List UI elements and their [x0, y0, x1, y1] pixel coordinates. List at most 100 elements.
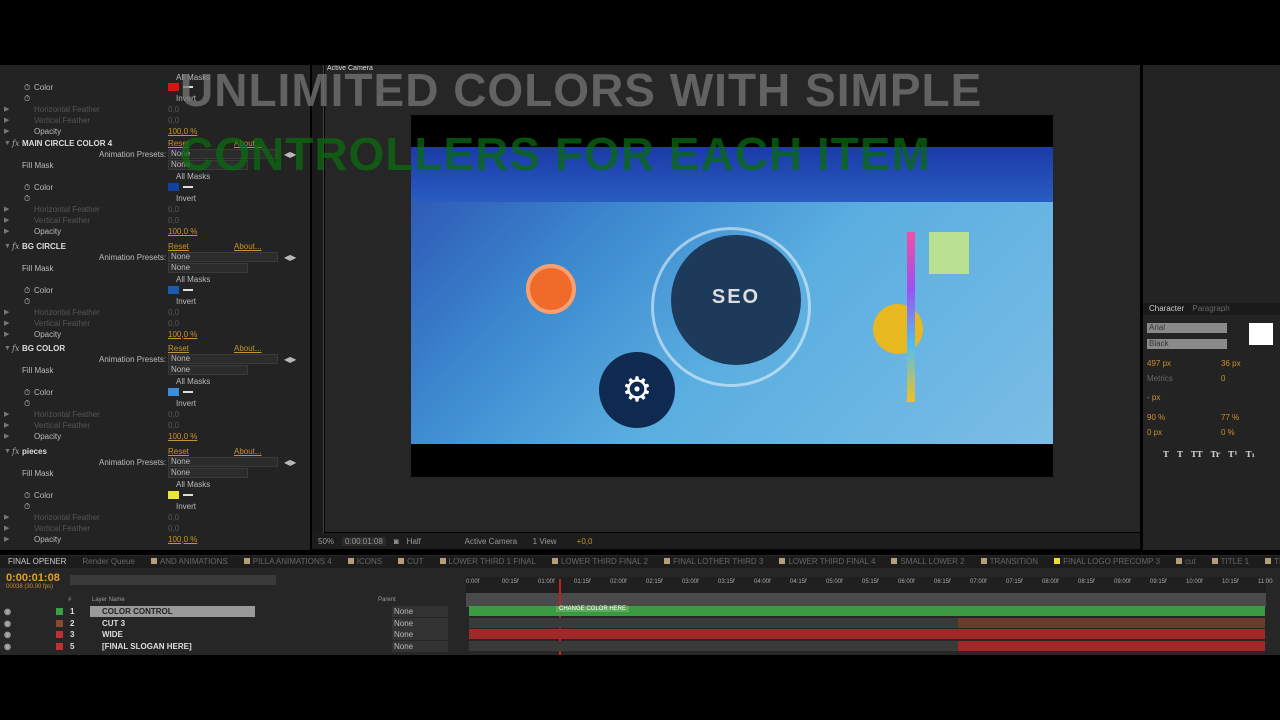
- label-color[interactable]: [56, 642, 63, 650]
- eyedropper-icon[interactable]: [183, 288, 193, 291]
- text-style-button[interactable]: T₁: [1246, 449, 1255, 459]
- vertical-feather-value[interactable]: 0,0: [168, 523, 179, 534]
- vertical-feather-value[interactable]: 0,0: [168, 215, 179, 226]
- color-swatch[interactable]: [168, 388, 179, 396]
- opacity-value[interactable]: 100,0 %: [168, 431, 197, 442]
- eyedropper-icon[interactable]: [183, 493, 193, 496]
- color-swatch[interactable]: [168, 83, 179, 91]
- color-swatch[interactable]: [168, 490, 179, 499]
- animation-presets-select[interactable]: None: [168, 456, 278, 467]
- layer-row[interactable]: ◉ 2 CUT 3 None: [0, 617, 465, 629]
- zoom-select[interactable]: 50%: [318, 537, 334, 546]
- label-color[interactable]: [56, 619, 63, 627]
- comp-tab[interactable]: LOWER THIRD 1 FINAL: [432, 556, 544, 568]
- exposure-value[interactable]: +0,0: [577, 537, 593, 546]
- text-style-button[interactable]: T¹: [1228, 449, 1237, 459]
- fill-mask-select[interactable]: None: [168, 365, 248, 375]
- parent-select[interactable]: None: [392, 617, 448, 629]
- eyedropper-icon[interactable]: [183, 186, 193, 188]
- invert-checkbox[interactable]: Invert: [176, 398, 196, 409]
- about-link[interactable]: About...: [234, 343, 262, 354]
- tracking[interactable]: 0: [1221, 374, 1225, 383]
- parent-select[interactable]: None: [392, 606, 448, 617]
- comp-tab[interactable]: FINAL OPENER: [0, 556, 74, 568]
- kerning[interactable]: Metrics: [1147, 374, 1173, 383]
- baseline-shift[interactable]: 0 px: [1147, 428, 1162, 437]
- visibility-eye-icon[interactable]: ◉: [4, 606, 11, 617]
- preset-arrows-icon[interactable]: ◀▶: [284, 354, 296, 365]
- visibility-eye-icon[interactable]: ◉: [4, 618, 11, 629]
- all-masks-checkbox[interactable]: All Masks: [176, 274, 210, 285]
- layer-duration-bar[interactable]: [469, 629, 1265, 639]
- opacity-value[interactable]: 100,0 %: [168, 534, 197, 545]
- stopwatch-icon[interactable]: ⏱: [24, 182, 30, 193]
- stopwatch-icon[interactable]: ⏱: [24, 93, 30, 104]
- comp-tab[interactable]: FINAL LOGO PRECOMP 3: [1046, 556, 1168, 568]
- effect-header[interactable]: ▼ fx BG COLOR Reset About...: [0, 343, 310, 354]
- comp-tab[interactable]: TITLE 2: [1257, 556, 1280, 568]
- about-link[interactable]: About...: [234, 241, 262, 252]
- leading[interactable]: 36 px: [1221, 359, 1241, 368]
- animation-presets-select[interactable]: None: [168, 251, 278, 262]
- layer-search-input[interactable]: [70, 575, 276, 585]
- stroke-width[interactable]: - px: [1147, 393, 1160, 402]
- reset-link[interactable]: Reset: [168, 241, 189, 252]
- comp-tab[interactable]: TITLE 1: [1204, 556, 1257, 568]
- color-swatch[interactable]: [168, 285, 179, 294]
- timecode-display[interactable]: 0:00:01:08: [342, 536, 386, 546]
- horizontal-feather-value[interactable]: 0,0: [168, 307, 179, 318]
- opacity-value[interactable]: 100,0 %: [168, 226, 197, 237]
- visibility-eye-icon[interactable]: ◉: [4, 629, 11, 640]
- visibility-eye-icon[interactable]: ◉: [4, 641, 11, 652]
- comp-tab[interactable]: LOWER THIRD FINAL 4: [771, 556, 883, 568]
- style-select[interactable]: Black: [1147, 339, 1227, 349]
- resolution-select[interactable]: Half: [407, 537, 457, 546]
- reset-link[interactable]: Reset: [168, 343, 189, 354]
- label-color[interactable]: [56, 631, 63, 638]
- horizontal-feather-value[interactable]: 0,0: [168, 104, 179, 115]
- comp-tab[interactable]: LOWER THIRD FINAL 2: [544, 556, 656, 568]
- font-select[interactable]: Arial: [1147, 323, 1227, 333]
- label-color[interactable]: [56, 608, 63, 615]
- invert-checkbox[interactable]: Invert: [176, 193, 196, 204]
- all-masks-checkbox[interactable]: All Masks: [176, 479, 210, 490]
- layer-row[interactable]: ◉ 3 WIDE None: [0, 629, 465, 640]
- stopwatch-icon[interactable]: ⏱: [24, 193, 30, 204]
- comp-tab[interactable]: ICONS: [340, 556, 390, 568]
- animation-presets-select[interactable]: None: [168, 354, 278, 364]
- comp-tab[interactable]: CUT: [390, 556, 431, 568]
- camera-select[interactable]: Active Camera: [465, 537, 525, 546]
- horizontal-scale[interactable]: 77 %: [1221, 413, 1239, 422]
- about-link[interactable]: About...: [234, 446, 262, 457]
- stopwatch-icon[interactable]: ⏱: [24, 285, 30, 296]
- comp-tab[interactable]: SMALL LOWER 2: [883, 556, 972, 568]
- horizontal-feather-value[interactable]: 0,0: [168, 409, 179, 420]
- stopwatch-icon[interactable]: ⏱: [24, 398, 30, 409]
- effect-header[interactable]: ▼ fx pieces Reset About...: [0, 446, 310, 457]
- stopwatch-icon[interactable]: ⏱: [24, 82, 30, 93]
- eyedropper-icon[interactable]: [183, 391, 193, 393]
- vertical-feather-value[interactable]: 0,0: [168, 318, 179, 329]
- comp-tab[interactable]: PILLA ANIMATIONS 4: [236, 556, 340, 568]
- parent-select[interactable]: None: [392, 629, 448, 640]
- layer-name[interactable]: WIDE: [90, 629, 255, 640]
- work-area[interactable]: [466, 593, 1266, 607]
- invert-checkbox[interactable]: Invert: [176, 501, 196, 512]
- snapshot-icon[interactable]: ◙: [394, 537, 399, 546]
- text-style-button[interactable]: T: [1163, 449, 1169, 459]
- horizontal-feather-value[interactable]: 0,0: [168, 512, 179, 523]
- comp-tab[interactable]: AND ANIMATIONS: [143, 556, 236, 568]
- preset-arrows-icon[interactable]: ◀▶: [284, 252, 296, 263]
- vertical-feather-value[interactable]: 0,0: [168, 420, 179, 431]
- tab-character[interactable]: Character: [1143, 304, 1190, 313]
- tab-paragraph[interactable]: Paragraph: [1192, 304, 1229, 313]
- effect-header[interactable]: ▼ fx BG CIRCLE Reset About...: [0, 241, 310, 252]
- views-select[interactable]: 1 View: [533, 537, 569, 546]
- text-style-button[interactable]: Tr: [1211, 449, 1221, 459]
- invert-checkbox[interactable]: Invert: [176, 296, 196, 307]
- text-style-button[interactable]: T: [1177, 449, 1183, 459]
- horizontal-feather-value[interactable]: 0,0: [168, 204, 179, 215]
- all-masks-checkbox[interactable]: All Masks: [176, 376, 210, 387]
- time-ruler[interactable]: 0:00f 00:15f 01:00f 01:15f 02:00f 02:15f 03:00…: [466, 577, 1273, 593]
- tsume[interactable]: 0 %: [1221, 428, 1235, 437]
